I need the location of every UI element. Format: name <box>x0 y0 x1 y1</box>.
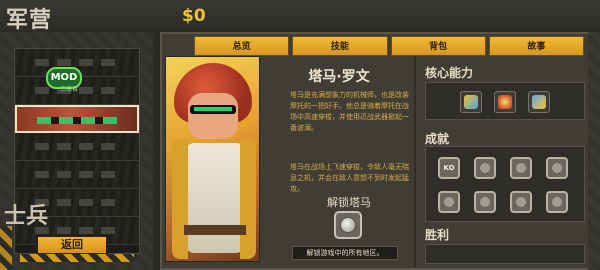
tab-story[interactable]: 故事 <box>488 36 584 56</box>
unlock-badge-icon <box>334 211 362 239</box>
character-portrait <box>165 56 260 262</box>
character-info: 塔马·罗文 塔马是充满想象力的机械师，也是改装摩托的一把好手。他总是骑着摩托在战… <box>264 56 414 262</box>
money-counter: $0 <box>182 6 206 26</box>
achievement-icon[interactable] <box>546 191 568 213</box>
skills-title: 核心能力 <box>425 66 474 80</box>
panel-divider <box>414 56 416 266</box>
explosion-icon[interactable] <box>494 91 516 113</box>
tab-skills[interactable]: 技能 <box>292 36 388 56</box>
unlock-requirement: 解锁游戏中的所有地区。 <box>292 246 398 260</box>
page-title: 军营 <box>6 8 53 33</box>
achievement-icon[interactable] <box>474 157 496 179</box>
skills-box <box>425 82 585 120</box>
achievement-icon[interactable] <box>510 191 532 213</box>
hazard-stripe-left <box>0 226 12 270</box>
tab-bar: 总览 技能 背包 故事 <box>194 36 584 56</box>
character-description: 塔马是充满想象力的机械师，也是改装摩托的一把好手。他总是骑着摩托在战场中高速穿梭… <box>290 91 409 132</box>
wins-box <box>425 244 585 264</box>
achievement-icon[interactable] <box>438 191 460 213</box>
tab-overview[interactable]: 总览 <box>194 36 290 56</box>
character-slot[interactable] <box>15 133 139 161</box>
character-silhouette <box>35 171 115 178</box>
character-detail-panel: 总览 技能 背包 故事 塔马·罗文 塔马是充满想象力的机械师，也是改装摩托的一把… <box>160 32 590 270</box>
motorbike-icon[interactable] <box>528 91 550 113</box>
achievement-icon[interactable] <box>474 191 496 213</box>
character-slot-selected[interactable] <box>15 105 139 133</box>
achievement-icon[interactable] <box>510 157 532 179</box>
character-silhouette <box>35 59 115 66</box>
unlock-title: 解锁塔马 <box>327 196 371 209</box>
tab-inventory[interactable]: 背包 <box>390 36 486 56</box>
right-edge-decoration <box>588 32 600 270</box>
coin-icon <box>340 217 356 233</box>
character-slot[interactable] <box>15 161 139 189</box>
wins-title: 胜利 <box>425 228 450 242</box>
achievement-icon[interactable] <box>546 157 568 179</box>
character-description-2: 塔马在战场上飞速穿梭，令敌人毫无喘息之机，并会在敌人意想不到时发起猛攻。 <box>290 163 409 193</box>
portrait-face <box>188 93 238 139</box>
achievements-title: 成就 <box>425 132 450 146</box>
mod-badge-subtitle: 二周目 <box>60 86 79 93</box>
portrait-goggles <box>190 105 236 114</box>
top-bar: 军营 $0 <box>0 0 600 33</box>
sidebar-subtitle: 士兵 <box>4 204 49 229</box>
character-name: 塔马·罗文 <box>308 69 370 85</box>
portrait-belt <box>184 225 246 235</box>
hazard-stripe <box>20 254 134 262</box>
back-button[interactable]: 返回 <box>36 235 108 255</box>
portrait-vest <box>172 139 256 259</box>
ko-icon[interactable]: KO <box>438 157 460 179</box>
achievements-box: KO <box>425 146 585 222</box>
character-silhouette <box>35 143 115 150</box>
character-silhouette <box>37 117 117 124</box>
rocket-dash-icon[interactable] <box>460 91 482 113</box>
